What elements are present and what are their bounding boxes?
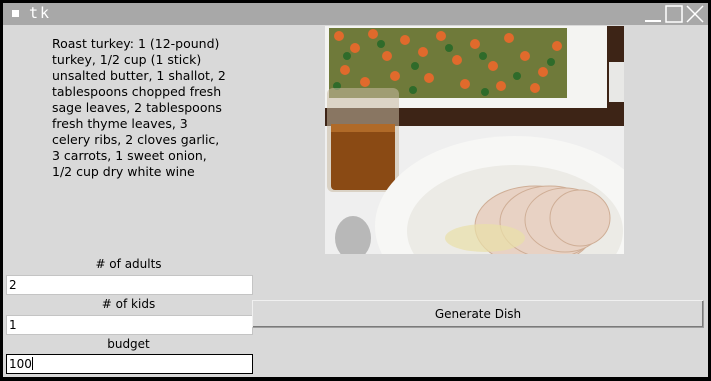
budget-input-value: 100: [9, 357, 32, 371]
kids-input[interactable]: 1: [6, 315, 253, 335]
text-cursor: [31, 357, 33, 370]
budget-label: budget: [107, 337, 150, 351]
generate-dish-button[interactable]: Generate Dish: [252, 300, 704, 328]
adults-input[interactable]: 2: [6, 275, 253, 295]
minimize-icon[interactable]: [644, 5, 662, 23]
window-menu-icon[interactable]: [12, 10, 19, 17]
maximize-icon[interactable]: [665, 5, 683, 23]
adults-label: # of adults: [95, 257, 162, 271]
close-icon[interactable]: [686, 5, 704, 23]
window-title: tk: [29, 4, 52, 22]
recipe-text: Roast turkey: 1 (12-pound) turkey, 1/2 c…: [52, 36, 226, 179]
dish-image: [325, 26, 624, 254]
title-bar[interactable]: tk: [3, 3, 708, 25]
app-window: tk Roast turkey: 1 (12-pound) turkey, 1/…: [3, 3, 708, 377]
budget-input[interactable]: 100: [6, 354, 253, 374]
kids-label: # of kids: [101, 297, 156, 311]
